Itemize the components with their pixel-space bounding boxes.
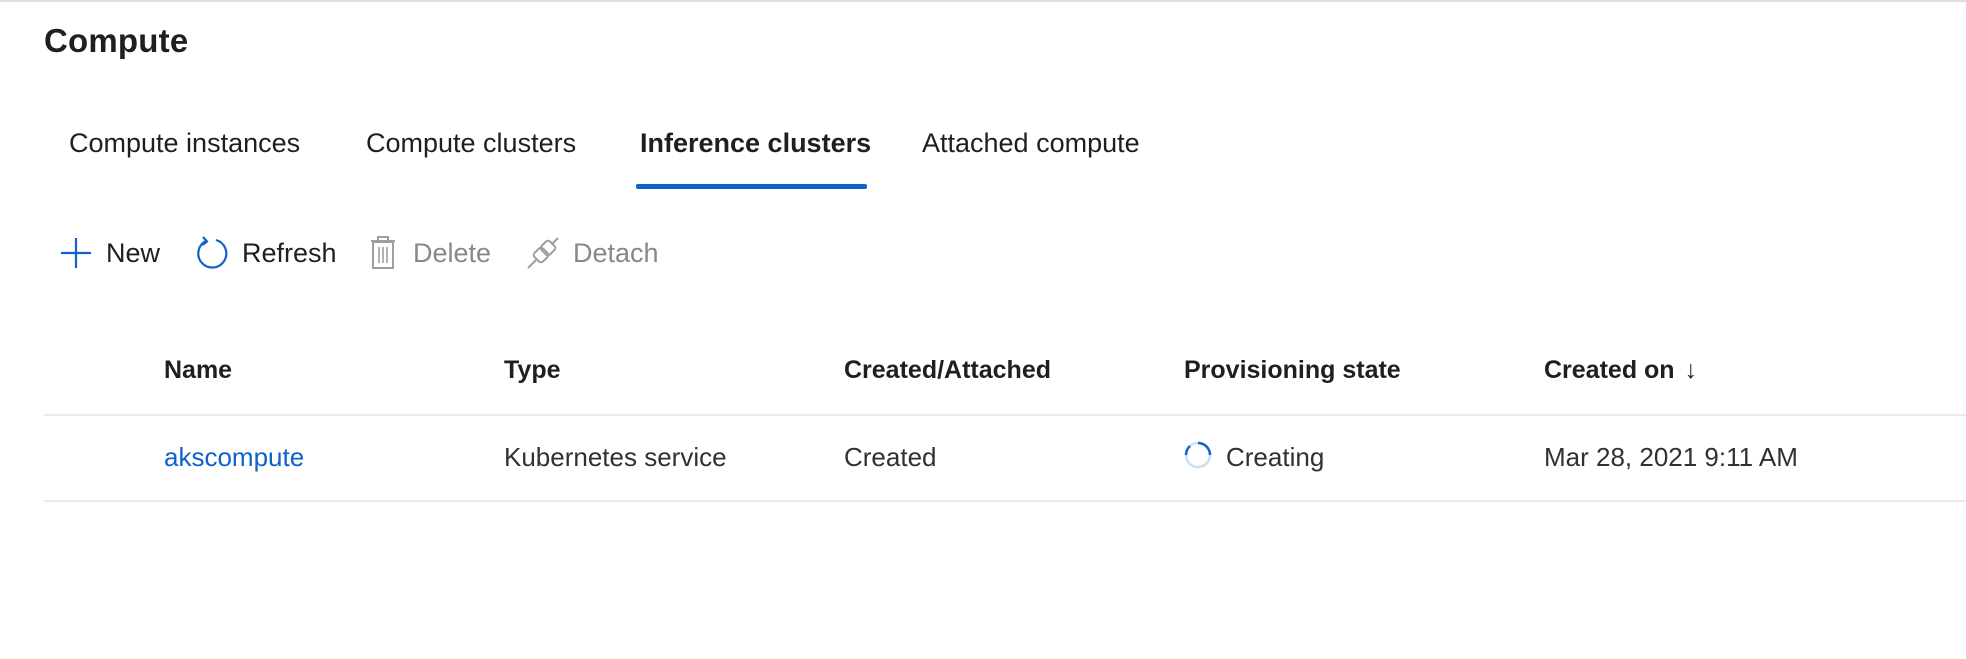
refresh-button-label: Refresh <box>242 237 337 268</box>
column-header-created-on-label: Created on <box>1544 356 1675 384</box>
created-on-cell: Mar 28, 2021 9:11 AM <box>1544 442 1798 472</box>
new-button[interactable]: New <box>56 230 160 276</box>
plus-icon <box>56 233 96 273</box>
compute-type-cell: Kubernetes service <box>504 442 727 472</box>
refresh-button[interactable]: Refresh <box>192 230 337 276</box>
delete-button[interactable]: Delete <box>363 230 491 276</box>
plug-icon <box>523 233 563 273</box>
column-header-provisioning-state[interactable]: Provisioning state <box>1184 356 1401 385</box>
top-divider <box>0 0 1966 2</box>
page-title: Compute <box>44 22 189 59</box>
tab-inference-clusters[interactable]: Inference clusters <box>640 128 871 159</box>
header-divider <box>44 414 1966 416</box>
column-header-type[interactable]: Type <box>504 356 561 385</box>
detach-button[interactable]: Detach <box>523 230 659 276</box>
tab-attached-compute[interactable]: Attached compute <box>922 128 1140 159</box>
compute-name-link[interactable]: akscompute <box>164 442 304 473</box>
created-attached-cell: Created <box>844 442 937 472</box>
detach-button-label: Detach <box>573 237 659 268</box>
column-header-created-on[interactable]: Created on ↓ <box>1544 356 1697 385</box>
provisioning-state-cell: Creating <box>1226 442 1325 472</box>
tab-compute-clusters[interactable]: Compute clusters <box>366 128 576 159</box>
refresh-icon <box>192 233 232 273</box>
active-tab-indicator <box>636 184 867 189</box>
tab-compute-instances[interactable]: Compute instances <box>69 128 300 159</box>
column-header-name[interactable]: Name <box>164 356 232 385</box>
sort-descending-icon: ↓ <box>1684 356 1698 384</box>
row-divider <box>44 500 1966 502</box>
new-button-label: New <box>106 237 161 268</box>
trash-icon <box>363 233 403 273</box>
spinner-icon <box>1184 441 1212 469</box>
delete-button-label: Delete <box>413 237 492 268</box>
column-header-created-attached[interactable]: Created/Attached <box>844 356 1051 385</box>
